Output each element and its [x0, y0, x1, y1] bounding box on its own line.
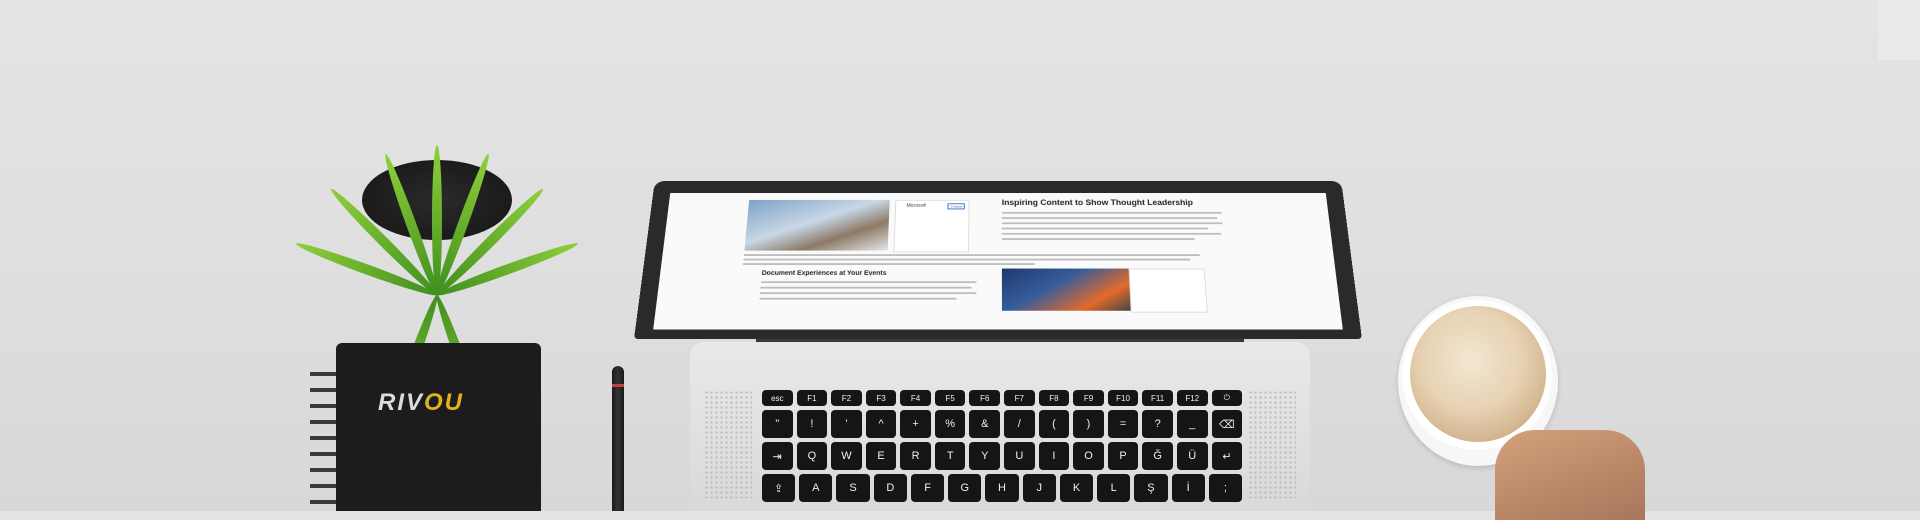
- keyboard-key[interactable]: T: [935, 442, 966, 470]
- keyboard-row: ⇪ A S D F G H J K L Ş İ;: [762, 474, 1242, 502]
- hand: [1495, 430, 1645, 520]
- keyboard-key[interactable]: F5: [935, 390, 966, 406]
- text-line: [761, 281, 977, 283]
- keyboard-row: ⇥ Q W E R T Y U I O P Ğ Ü ↵: [762, 442, 1242, 470]
- text-line: [1002, 238, 1195, 240]
- keyboard-key[interactable]: W: [831, 442, 862, 470]
- keyboard-key[interactable]: A: [799, 474, 832, 502]
- keyboard-key[interactable]: ⇪: [762, 474, 795, 502]
- keyboard-key[interactable]: %: [935, 410, 966, 438]
- keyboard-key[interactable]: ↵: [1212, 442, 1243, 470]
- keyboard-key[interactable]: E: [866, 442, 897, 470]
- keyboard-key[interactable]: _: [1177, 410, 1208, 438]
- keyboard-key[interactable]: F1: [797, 390, 828, 406]
- keyboard-key[interactable]: ': [831, 410, 862, 438]
- keyboard-key[interactable]: !: [797, 410, 828, 438]
- logo-text: RIV: [378, 389, 424, 416]
- keyboard-key[interactable]: K: [1060, 474, 1093, 502]
- keyboard-key[interactable]: U: [1004, 442, 1035, 470]
- keyboard-key[interactable]: F10: [1108, 390, 1139, 406]
- pen-ring: [612, 384, 624, 387]
- keyboard-key[interactable]: ?: [1142, 410, 1173, 438]
- keyboard-key[interactable]: F7: [1004, 390, 1035, 406]
- article-subheading: Document Experiences at Your Events: [761, 270, 886, 276]
- text-line: [1002, 222, 1222, 224]
- keyboard-key[interactable]: F12: [1177, 390, 1208, 406]
- keyboard-key[interactable]: H: [985, 474, 1018, 502]
- keyboard-key[interactable]: J: [1023, 474, 1056, 502]
- keyboard-key[interactable]: Ü: [1177, 442, 1208, 470]
- keyboard-key[interactable]: ": [762, 410, 793, 438]
- keyboard-key[interactable]: esc: [762, 390, 793, 406]
- keyboard-key[interactable]: F2: [831, 390, 862, 406]
- keyboard-key[interactable]: F8: [1039, 390, 1070, 406]
- keyboard-key[interactable]: F: [911, 474, 944, 502]
- keyboard-key[interactable]: D: [874, 474, 907, 502]
- keyboard-key[interactable]: ): [1073, 410, 1104, 438]
- keyboard-row: "! ' ^ +% & /() =? _ ⌫: [762, 410, 1242, 438]
- text-line: [1002, 217, 1217, 219]
- keyboard-function-row: esc F1 F2 F3 F4 F5 F6 F7 F8 F9 F10 F11 F12 ⏻: [762, 390, 1242, 406]
- keyboard-key[interactable]: +: [900, 410, 931, 438]
- card-brand: Microsoft: [907, 203, 926, 208]
- text-line: [760, 287, 971, 289]
- keyboard-key[interactable]: F6: [969, 390, 1000, 406]
- speaker-grille: [704, 390, 752, 500]
- desk-scene: RIVOU Microsoft Follow Inspiring Content…: [0, 0, 1920, 511]
- text-line: [1002, 233, 1221, 235]
- mountain-photo: [744, 200, 889, 251]
- notebook-spiral: [310, 363, 336, 511]
- article-heading: Inspiring Content to Show Thought Leader…: [1002, 198, 1193, 207]
- keyboard-key[interactable]: ;: [1209, 474, 1242, 502]
- screen-content: Microsoft Follow Inspiring Content to Sh…: [653, 193, 1343, 329]
- keyboard-key[interactable]: F4: [900, 390, 931, 406]
- keyboard-key[interactable]: L: [1097, 474, 1130, 502]
- pen: [612, 366, 624, 511]
- keyboard-key[interactable]: ⌫: [1212, 410, 1243, 438]
- keyboard-key[interactable]: G: [948, 474, 981, 502]
- keyboard-key[interactable]: P: [1108, 442, 1139, 470]
- text-line: [743, 263, 1035, 265]
- keyboard-key[interactable]: F3: [866, 390, 897, 406]
- keyboard-key[interactable]: (: [1039, 410, 1070, 438]
- notebook-logo: RIVOU: [378, 389, 464, 417]
- keyboard-key[interactable]: F11: [1142, 390, 1173, 406]
- keyboard-key[interactable]: ⇥: [762, 442, 793, 470]
- notebook: RIVOU: [336, 343, 541, 511]
- text-line: [743, 259, 1190, 261]
- event-photo: [1002, 269, 1131, 311]
- coffee: [1410, 306, 1546, 442]
- keyboard-key[interactable]: =: [1108, 410, 1139, 438]
- keyboard-key[interactable]: ⏻: [1212, 390, 1243, 406]
- laptop-base: esc F1 F2 F3 F4 F5 F6 F7 F8 F9 F10 F11 F12 ⏻ "! ' ^ +% & /…: [690, 342, 1310, 511]
- keyboard-key[interactable]: Q: [797, 442, 828, 470]
- keyboard-key[interactable]: Ğ: [1142, 442, 1173, 470]
- text-line: [759, 298, 956, 300]
- keyboard-key[interactable]: I: [1039, 442, 1070, 470]
- social-card: Microsoft Follow: [893, 200, 969, 253]
- text-line: [744, 254, 1200, 256]
- keyboard-key[interactable]: Y: [969, 442, 1000, 470]
- text-line: [760, 292, 976, 294]
- corner-shape: [1878, 0, 1920, 60]
- keyboard-key[interactable]: O: [1073, 442, 1104, 470]
- keyboard-key[interactable]: Ş: [1134, 474, 1167, 502]
- speaker-grille: [1248, 390, 1296, 500]
- keyboard-key[interactable]: S: [836, 474, 869, 502]
- logo-accent-text: OU: [424, 389, 464, 416]
- follow-button: Follow: [948, 203, 965, 209]
- keyboard-key[interactable]: F9: [1073, 390, 1104, 406]
- keyboard: esc F1 F2 F3 F4 F5 F6 F7 F8 F9 F10 F11 F12 ⏻ "! ' ^ +% & /…: [762, 390, 1242, 506]
- text-line: [1002, 228, 1208, 230]
- social-card: [1129, 269, 1208, 313]
- laptop-screen: Microsoft Follow Inspiring Content to Sh…: [634, 181, 1362, 339]
- keyboard-key[interactable]: &: [969, 410, 1000, 438]
- keyboard-key[interactable]: İ: [1172, 474, 1205, 502]
- keyboard-key[interactable]: /: [1004, 410, 1035, 438]
- keyboard-key[interactable]: R: [900, 442, 931, 470]
- text-line: [1002, 212, 1222, 214]
- keyboard-key[interactable]: ^: [866, 410, 897, 438]
